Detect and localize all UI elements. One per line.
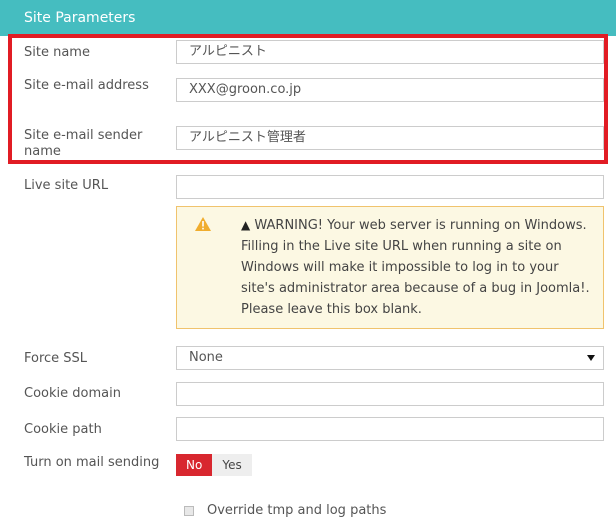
site-email-input[interactable]: XXX@groon.co.jp (176, 78, 604, 102)
panel-header: Site Parameters (0, 0, 616, 36)
cookie-path-input[interactable] (176, 417, 604, 441)
warning-text: ▲ WARNING! Your web server is running on… (241, 215, 591, 320)
warning-triangle-icon (195, 217, 211, 231)
force-ssl-select[interactable]: None (176, 346, 604, 370)
panel-title: Site Parameters (24, 10, 136, 26)
site-name-label: Site name (24, 45, 90, 60)
cookie-domain-label: Cookie domain (24, 386, 121, 401)
mail-sending-yes-button[interactable]: Yes (212, 454, 252, 476)
override-paths-label: Override tmp and log paths (207, 503, 387, 518)
cookie-path-label: Cookie path (24, 422, 102, 437)
warning-message: WARNING! Your web server is running on W… (241, 218, 590, 317)
caret-down-icon (587, 355, 595, 361)
site-email-sender-input[interactable]: アルピニスト管理者 (176, 126, 604, 150)
force-ssl-value: None (189, 350, 223, 365)
override-paths-checkbox[interactable] (184, 506, 194, 516)
warning-glyph: ▲ (241, 218, 251, 232)
warning-alert: ▲ WARNING! Your web server is running on… (176, 206, 604, 329)
force-ssl-label: Force SSL (24, 351, 88, 366)
site-email-sender-label: Site e-mail sender name (24, 128, 143, 159)
site-name-input[interactable]: アルピニスト (176, 40, 604, 64)
cookie-domain-input[interactable] (176, 382, 604, 406)
live-site-url-input[interactable] (176, 175, 604, 199)
mail-sending-no-button[interactable]: No (176, 454, 213, 476)
mail-sending-label: Turn on mail sending (24, 455, 160, 470)
live-site-url-label: Live site URL (24, 178, 109, 193)
site-email-label: Site e-mail address (24, 78, 149, 93)
mail-sending-toggle: No Yes (176, 454, 252, 476)
